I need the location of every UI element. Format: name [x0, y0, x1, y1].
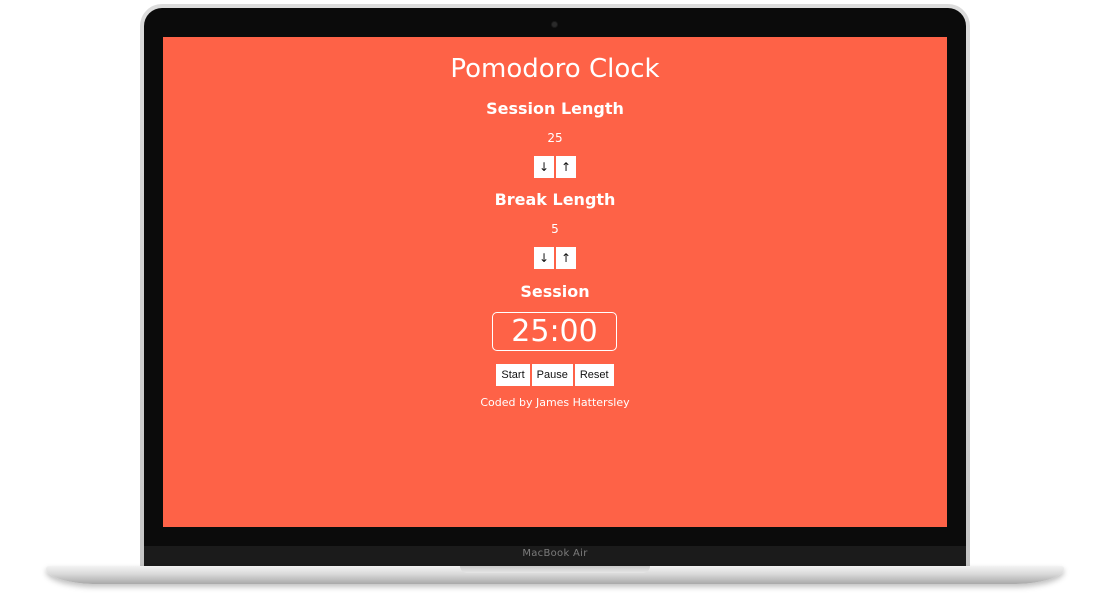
arrow-up-icon: ↑ — [560, 160, 572, 174]
session-length-label: Session Length — [486, 99, 624, 118]
session-length-controls: ↓ ↑ — [163, 156, 947, 178]
pause-button[interactable]: Pause — [531, 364, 573, 386]
camera-icon — [552, 22, 557, 27]
arrow-down-icon: ↓ — [538, 251, 550, 265]
timer-mode-label: Session — [520, 282, 590, 301]
session-increment-button[interactable]: ↑ — [556, 156, 576, 178]
laptop-notch — [460, 566, 650, 573]
arrow-down-icon: ↓ — [538, 160, 550, 174]
timer-controls: Start Pause Reset — [163, 364, 947, 386]
start-button[interactable]: Start — [496, 364, 530, 386]
timer-display: 25:00 — [492, 312, 617, 351]
break-length-controls: ↓ ↑ — [163, 247, 947, 269]
arrow-up-icon: ↑ — [560, 251, 572, 265]
device-brand-label: MacBook Air — [522, 548, 588, 559]
reset-button[interactable]: Reset — [574, 364, 614, 386]
app-screen: Pomodoro Clock Session Length 25 ↓ ↑ Brea… — [163, 37, 947, 527]
footer-credit: Coded by James Hattersley — [480, 396, 630, 409]
session-length-value: 25 — [547, 131, 563, 145]
page-title: Pomodoro Clock — [450, 54, 660, 84]
break-decrement-button[interactable]: ↓ — [534, 247, 554, 269]
break-length-label: Break Length — [494, 190, 616, 209]
session-decrement-button[interactable]: ↓ — [534, 156, 554, 178]
break-length-value: 5 — [551, 222, 559, 236]
break-increment-button[interactable]: ↑ — [556, 247, 576, 269]
